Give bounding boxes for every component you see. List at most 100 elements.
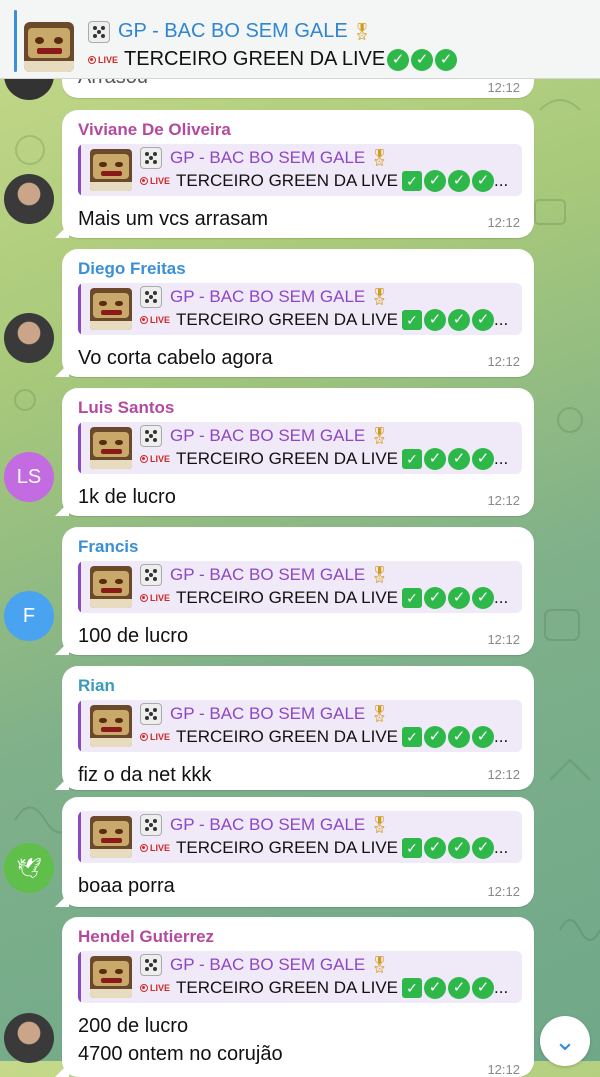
medal-icon: 🎖 <box>351 24 373 41</box>
live-label: LIVE <box>150 454 171 464</box>
reply-preview[interactable]: GP - BAC BO SEM GALE 🎖 LIVE TERCEIRO GREE… <box>78 144 522 196</box>
reply-accent-bar <box>78 700 81 752</box>
reply-ellipsis: ... <box>494 838 509 857</box>
message-time: 12:12 <box>487 632 520 647</box>
check-box-icon: ✓ <box>402 978 423 998</box>
message-time: 12:12 <box>487 354 520 369</box>
check-box-icon: ✓ <box>402 310 423 330</box>
live-badge: LIVE <box>140 176 170 186</box>
reply-thumbnail <box>90 816 132 858</box>
live-label: LIVE <box>150 176 171 186</box>
reply-preview[interactable]: GP - BAC BO SEM GALE 🎖 LIVE TERCEIRO GREE… <box>78 561 522 613</box>
message-sender[interactable]: Francis <box>78 537 138 557</box>
pinned-message-bar[interactable]: GP - BAC BO SEM GALE 🎖 LIVE TERCEIRO GREE… <box>0 0 600 79</box>
reply-ellipsis: ... <box>494 978 509 997</box>
live-badge: LIVE <box>88 55 118 65</box>
check-icon: ✓ <box>448 726 471 748</box>
check-icon: ✓ <box>424 587 447 609</box>
reply-text-content: TERCEIRO GREEN DA LIVE <box>176 588 399 607</box>
reply-text: LIVE TERCEIRO GREEN DA LIVE ✓ ✓ ✓ ✓... <box>140 726 508 748</box>
reply-accent-bar <box>78 561 81 613</box>
message-text: fiz o da net kkk <box>78 764 212 786</box>
message-text: 200 de lucro <box>78 1015 189 1037</box>
reply-preview[interactable]: GP - BAC BO SEM GALE 🎖 LIVE TERCEIRO GREE… <box>78 811 522 863</box>
reply-accent-bar <box>78 811 81 863</box>
message-sender[interactable]: Rian <box>78 676 115 696</box>
reply-preview[interactable]: GP - BAC BO SEM GALE 🎖 LIVE TERCEIRO GREE… <box>78 700 522 752</box>
dice-icon <box>88 20 110 43</box>
message-text: Vo corta cabelo agora <box>78 347 273 369</box>
reply-thumbnail <box>90 149 132 191</box>
check-icon: ✓ <box>472 170 495 192</box>
live-label: LIVE <box>150 843 171 853</box>
message-sender[interactable]: Luis Santos <box>78 398 174 418</box>
reply-preview[interactable]: GP - BAC BO SEM GALE 🎖 LIVE TERCEIRO GREE… <box>78 422 522 474</box>
avatar-photo[interactable] <box>4 313 54 363</box>
message-time: 12:12 <box>487 767 520 782</box>
reply-text-content: TERCEIRO GREEN DA LIVE <box>176 310 399 329</box>
medal-icon: 🎖 <box>369 428 390 445</box>
reply-thumbnail <box>90 288 132 330</box>
reply-preview[interactable]: GP - BAC BO SEM GALE 🎖 LIVE TERCEIRO GREE… <box>78 283 522 335</box>
message-text: 1k de lucro <box>78 486 176 508</box>
live-badge: LIVE <box>140 593 170 603</box>
message-time: 12:12 <box>487 1062 520 1077</box>
message-sender[interactable]: Viviane De Oliveira <box>78 120 231 140</box>
reply-thumbnail <box>90 705 132 747</box>
message-bubble[interactable]: Viviane De Oliveira GP - BAC BO SEM GALE… <box>55 110 534 238</box>
check-icon: ✓ <box>448 837 471 859</box>
avatar-photo[interactable] <box>4 174 54 224</box>
message-bubble[interactable]: GP - BAC BO SEM GALE 🎖 LIVE TERCEIRO GREE… <box>55 797 534 907</box>
reply-preview[interactable]: GP - BAC BO SEM GALE 🎖 LIVE TERCEIRO GREE… <box>78 951 522 1003</box>
live-badge: LIVE <box>140 454 170 464</box>
check-icon: ✓ <box>424 977 447 999</box>
dice-icon <box>140 954 162 976</box>
check-box-icon: ✓ <box>402 449 423 469</box>
check-icon: ✓ <box>472 837 495 859</box>
medal-icon: 🎖 <box>369 567 390 584</box>
medal-icon: 🎖 <box>369 706 390 723</box>
avatar-photo[interactable] <box>4 1013 54 1063</box>
pinned-accent-bar <box>14 10 17 72</box>
check-icon: ✓ <box>435 48 458 71</box>
reply-ellipsis: ... <box>494 449 509 468</box>
pinned-thumbnail <box>24 22 74 72</box>
check-box-icon: ✓ <box>402 588 423 608</box>
message-bubble[interactable]: Diego Freitas GP - BAC BO SEM GALE 🎖 LIVE… <box>55 249 534 377</box>
chevron-down-icon: ⌄ <box>554 1025 576 1056</box>
reply-ellipsis: ... <box>494 171 509 190</box>
message-bubble[interactable]: Luis Santos GP - BAC BO SEM GALE 🎖 LIVE T… <box>55 388 534 516</box>
pinned-text: LIVE TERCEIRO GREEN DA LIVE ✓ ✓ ✓ <box>88 48 458 71</box>
reply-text-content: TERCEIRO GREEN DA LIVE <box>176 171 399 190</box>
message-time: 12:12 <box>487 215 520 230</box>
message-bubble[interactable]: Hendel Gutierrez GP - BAC BO SEM GALE 🎖 L… <box>55 917 534 1077</box>
message-sender[interactable]: Diego Freitas <box>78 259 186 279</box>
avatar-dove-icon[interactable]: 🕊 <box>4 843 54 893</box>
live-label: LIVE <box>150 983 171 993</box>
check-box-icon: ✓ <box>402 171 423 191</box>
medal-icon: 🎖 <box>369 150 390 167</box>
reply-title: GP - BAC BO SEM GALE 🎖 <box>140 564 390 586</box>
message-time: 12:12 <box>487 884 520 899</box>
message-bubble[interactable]: Rian GP - BAC BO SEM GALE 🎖 LIVE TERCEIRO… <box>55 666 534 790</box>
check-icon: ✓ <box>387 48 410 71</box>
avatar-initials[interactable]: F <box>4 591 54 641</box>
reply-text: LIVE TERCEIRO GREEN DA LIVE ✓ ✓ ✓ ✓... <box>140 587 508 609</box>
live-badge: LIVE <box>140 732 170 742</box>
scroll-down-button[interactable]: ⌄ <box>540 1016 590 1066</box>
message-text-line2: 4700 ontem no corujão <box>78 1043 283 1065</box>
pinned-text-content: TERCEIRO GREEN DA LIVE <box>124 48 386 70</box>
reply-title-text: GP - BAC BO SEM GALE <box>170 148 366 167</box>
reply-thumbnail <box>90 427 132 469</box>
reply-ellipsis: ... <box>494 727 509 746</box>
check-icon: ✓ <box>472 587 495 609</box>
reply-accent-bar <box>78 144 81 196</box>
avatar-initials[interactable]: LS <box>4 452 54 502</box>
reply-title: GP - BAC BO SEM GALE 🎖 <box>140 286 390 308</box>
message-bubble[interactable]: Francis GP - BAC BO SEM GALE 🎖 LIVE TERCE… <box>55 527 534 655</box>
check-icon: ✓ <box>411 48 434 71</box>
reply-title: GP - BAC BO SEM GALE 🎖 <box>140 954 390 976</box>
message-sender[interactable]: Hendel Gutierrez <box>78 927 214 947</box>
reply-text: LIVE TERCEIRO GREEN DA LIVE ✓ ✓ ✓ ✓... <box>140 837 508 859</box>
reply-text: LIVE TERCEIRO GREEN DA LIVE ✓ ✓ ✓ ✓... <box>140 977 508 999</box>
